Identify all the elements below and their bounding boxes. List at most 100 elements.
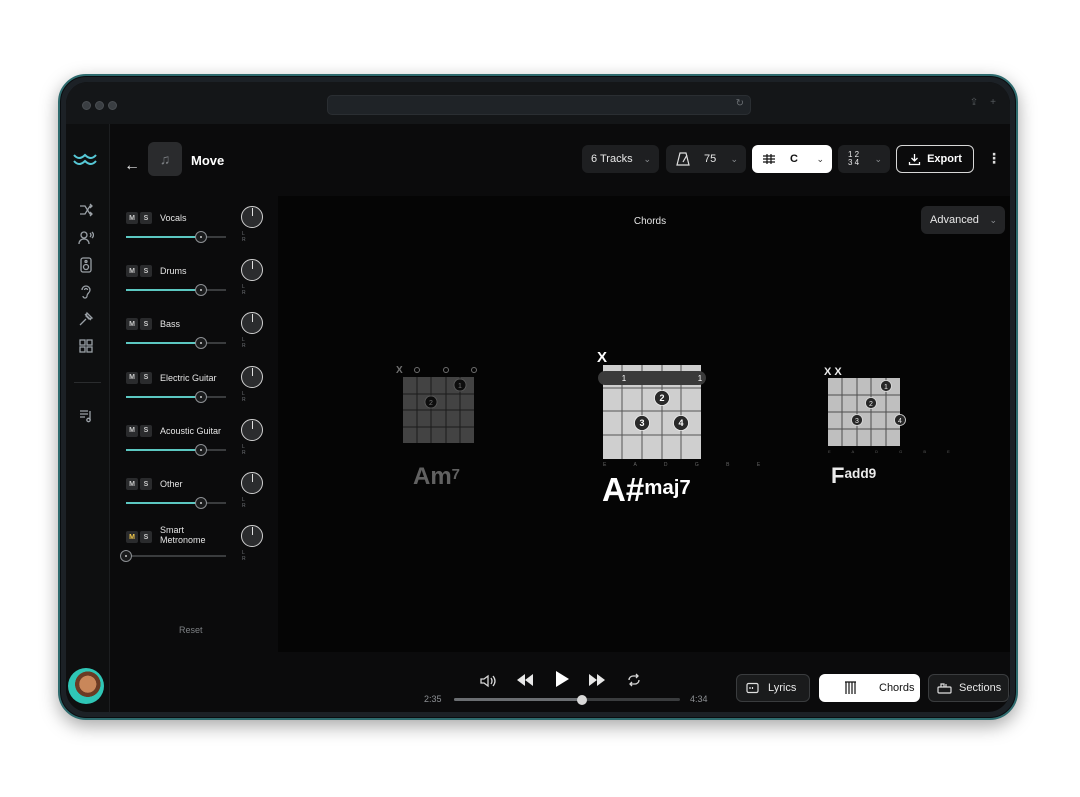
mixer-track: M S Acoustic Guitar L R <box>124 418 264 469</box>
new-tab-icon[interactable]: + <box>990 97 996 108</box>
fader-handle[interactable] <box>120 550 132 563</box>
volume-fader[interactable] <box>120 550 226 563</box>
track-name: Vocals <box>160 213 187 223</box>
progress-slider[interactable] <box>454 694 680 705</box>
solo-button[interactable]: S <box>140 424 152 437</box>
volume-fader[interactable] <box>126 390 226 403</box>
fader-handle[interactable] <box>195 337 207 350</box>
chord-diagram-asharp-maj7[interactable]: X 1 1 2 3 4 E A D G B E A#maj7 <box>592 347 760 508</box>
solo-button[interactable]: S <box>140 478 152 490</box>
muted-string-marker: X <box>597 349 607 366</box>
fader-handle[interactable] <box>195 390 207 403</box>
fader-fill <box>126 342 201 345</box>
mute-button[interactable]: M <box>126 265 138 278</box>
tracks-dropdown[interactable]: 6 Tracks ⌄ <box>582 145 659 173</box>
track-name: Drums <box>160 266 187 277</box>
fader-fill <box>126 289 201 292</box>
pan-knob[interactable] <box>241 525 263 548</box>
pan-knob[interactable] <box>241 418 263 441</box>
pan-labels: L R <box>242 337 257 350</box>
apps-grid-icon[interactable] <box>78 338 96 356</box>
track-name: Bass <box>160 319 181 330</box>
split-icon[interactable] <box>78 202 96 220</box>
pan-knob[interactable] <box>241 259 263 282</box>
export-button[interactable]: Export <box>896 145 974 173</box>
share-icon[interactable]: ⇪ <box>970 97 978 108</box>
solo-button[interactable]: S <box>140 265 152 278</box>
finger-dot: 4 <box>894 414 906 426</box>
volume-fader[interactable] <box>126 337 226 350</box>
pan-labels: L R <box>242 550 257 563</box>
vocal-isolate-icon[interactable] <box>78 230 96 248</box>
open-string-marker <box>443 367 449 373</box>
close-window-button[interactable] <box>82 101 91 110</box>
tab-lyrics[interactable]: Lyrics <box>736 674 810 702</box>
volume-fader[interactable] <box>126 231 226 243</box>
chord-diagram-am7[interactable]: X 1 2 Am7 <box>396 365 477 490</box>
playlist-icon[interactable] <box>78 408 96 426</box>
tab-chords[interactable]: Chords <box>819 674 920 702</box>
finger-dot: 3 <box>634 415 650 431</box>
tempo-dropdown[interactable]: 75 ⌄ <box>666 145 746 173</box>
mute-button[interactable]: M <box>126 531 138 544</box>
key-dropdown[interactable]: C ⌄ <box>752 145 832 173</box>
progress-handle[interactable] <box>577 694 587 705</box>
fader-fill <box>126 395 201 398</box>
volume-fader[interactable] <box>126 497 226 509</box>
tab-chords-label: Chords <box>879 682 915 694</box>
solo-button[interactable]: S <box>140 318 152 331</box>
fader-handle[interactable] <box>195 231 207 243</box>
volume-fader[interactable] <box>126 284 226 297</box>
mute-button[interactable]: M <box>126 424 138 437</box>
avatar[interactable] <box>68 668 104 704</box>
app-logo-icon[interactable] <box>73 150 97 171</box>
string-labels: E A D G B E <box>603 462 773 468</box>
solo-button[interactable]: S <box>140 212 152 224</box>
volume-fader[interactable] <box>126 443 226 456</box>
fader-fill <box>126 502 201 504</box>
pan-knob[interactable] <box>241 312 263 335</box>
play-icon[interactable] <box>554 670 570 691</box>
ear-icon[interactable] <box>78 284 96 302</box>
svg-text:1: 1 <box>458 383 462 390</box>
fast-forward-icon[interactable] <box>588 673 606 690</box>
svg-text:3: 3 <box>639 418 644 428</box>
solo-button[interactable]: S <box>140 371 152 384</box>
app-window: ↻ ⇪ + ← ♫ Move 6 Tracks ⌄ 75 ⌄ C ⌄ 1 2 3… <box>58 74 1018 720</box>
pan-labels: L R <box>242 231 257 243</box>
muted-string-marker: X <box>396 365 403 376</box>
pan-knob[interactable] <box>241 365 263 388</box>
chord-diagram-fadd9[interactable]: X X 1 2 3 4 E A D G B E Fadd9 <box>822 365 950 488</box>
address-bar[interactable]: ↻ <box>327 95 751 115</box>
svg-text:2: 2 <box>429 400 433 407</box>
reset-button[interactable]: Reset <box>179 625 203 635</box>
tab-sections[interactable]: Sections <box>928 674 1009 702</box>
mute-button[interactable]: M <box>126 371 138 384</box>
mute-button[interactable]: M <box>126 318 138 331</box>
fader-handle[interactable] <box>195 443 207 456</box>
mute-button[interactable]: M <box>126 212 138 224</box>
time-signature-dropdown[interactable]: 1 2 3 4 ⌄ <box>838 145 890 173</box>
volume-icon[interactable] <box>480 674 496 691</box>
mute-button[interactable]: M <box>126 478 138 490</box>
tuner-icon[interactable] <box>78 311 96 329</box>
loop-icon[interactable] <box>626 673 642 690</box>
speaker-icon[interactable] <box>78 257 96 275</box>
rewind-icon[interactable] <box>516 673 534 690</box>
mixer-track: M S Smart Metronome L R <box>120 525 264 575</box>
solo-button[interactable]: S <box>140 531 152 544</box>
pan-knob[interactable] <box>241 472 263 494</box>
minimize-window-button[interactable] <box>95 101 104 110</box>
tracks-label: 6 Tracks <box>591 153 633 165</box>
mixer-track: M S Other L R <box>124 472 264 522</box>
pan-knob[interactable] <box>241 206 263 228</box>
maximize-window-button[interactable] <box>108 101 117 110</box>
fader-handle[interactable] <box>195 497 207 509</box>
reload-icon[interactable]: ↻ <box>736 98 744 109</box>
advanced-dropdown[interactable]: Advanced ⌄ <box>921 206 1005 234</box>
key-value: C <box>790 153 798 165</box>
more-options-icon[interactable]: ⋮ <box>987 150 1001 167</box>
back-arrow-icon[interactable]: ← <box>124 157 140 175</box>
fader-handle[interactable] <box>195 284 207 297</box>
open-string-marker <box>414 367 420 373</box>
